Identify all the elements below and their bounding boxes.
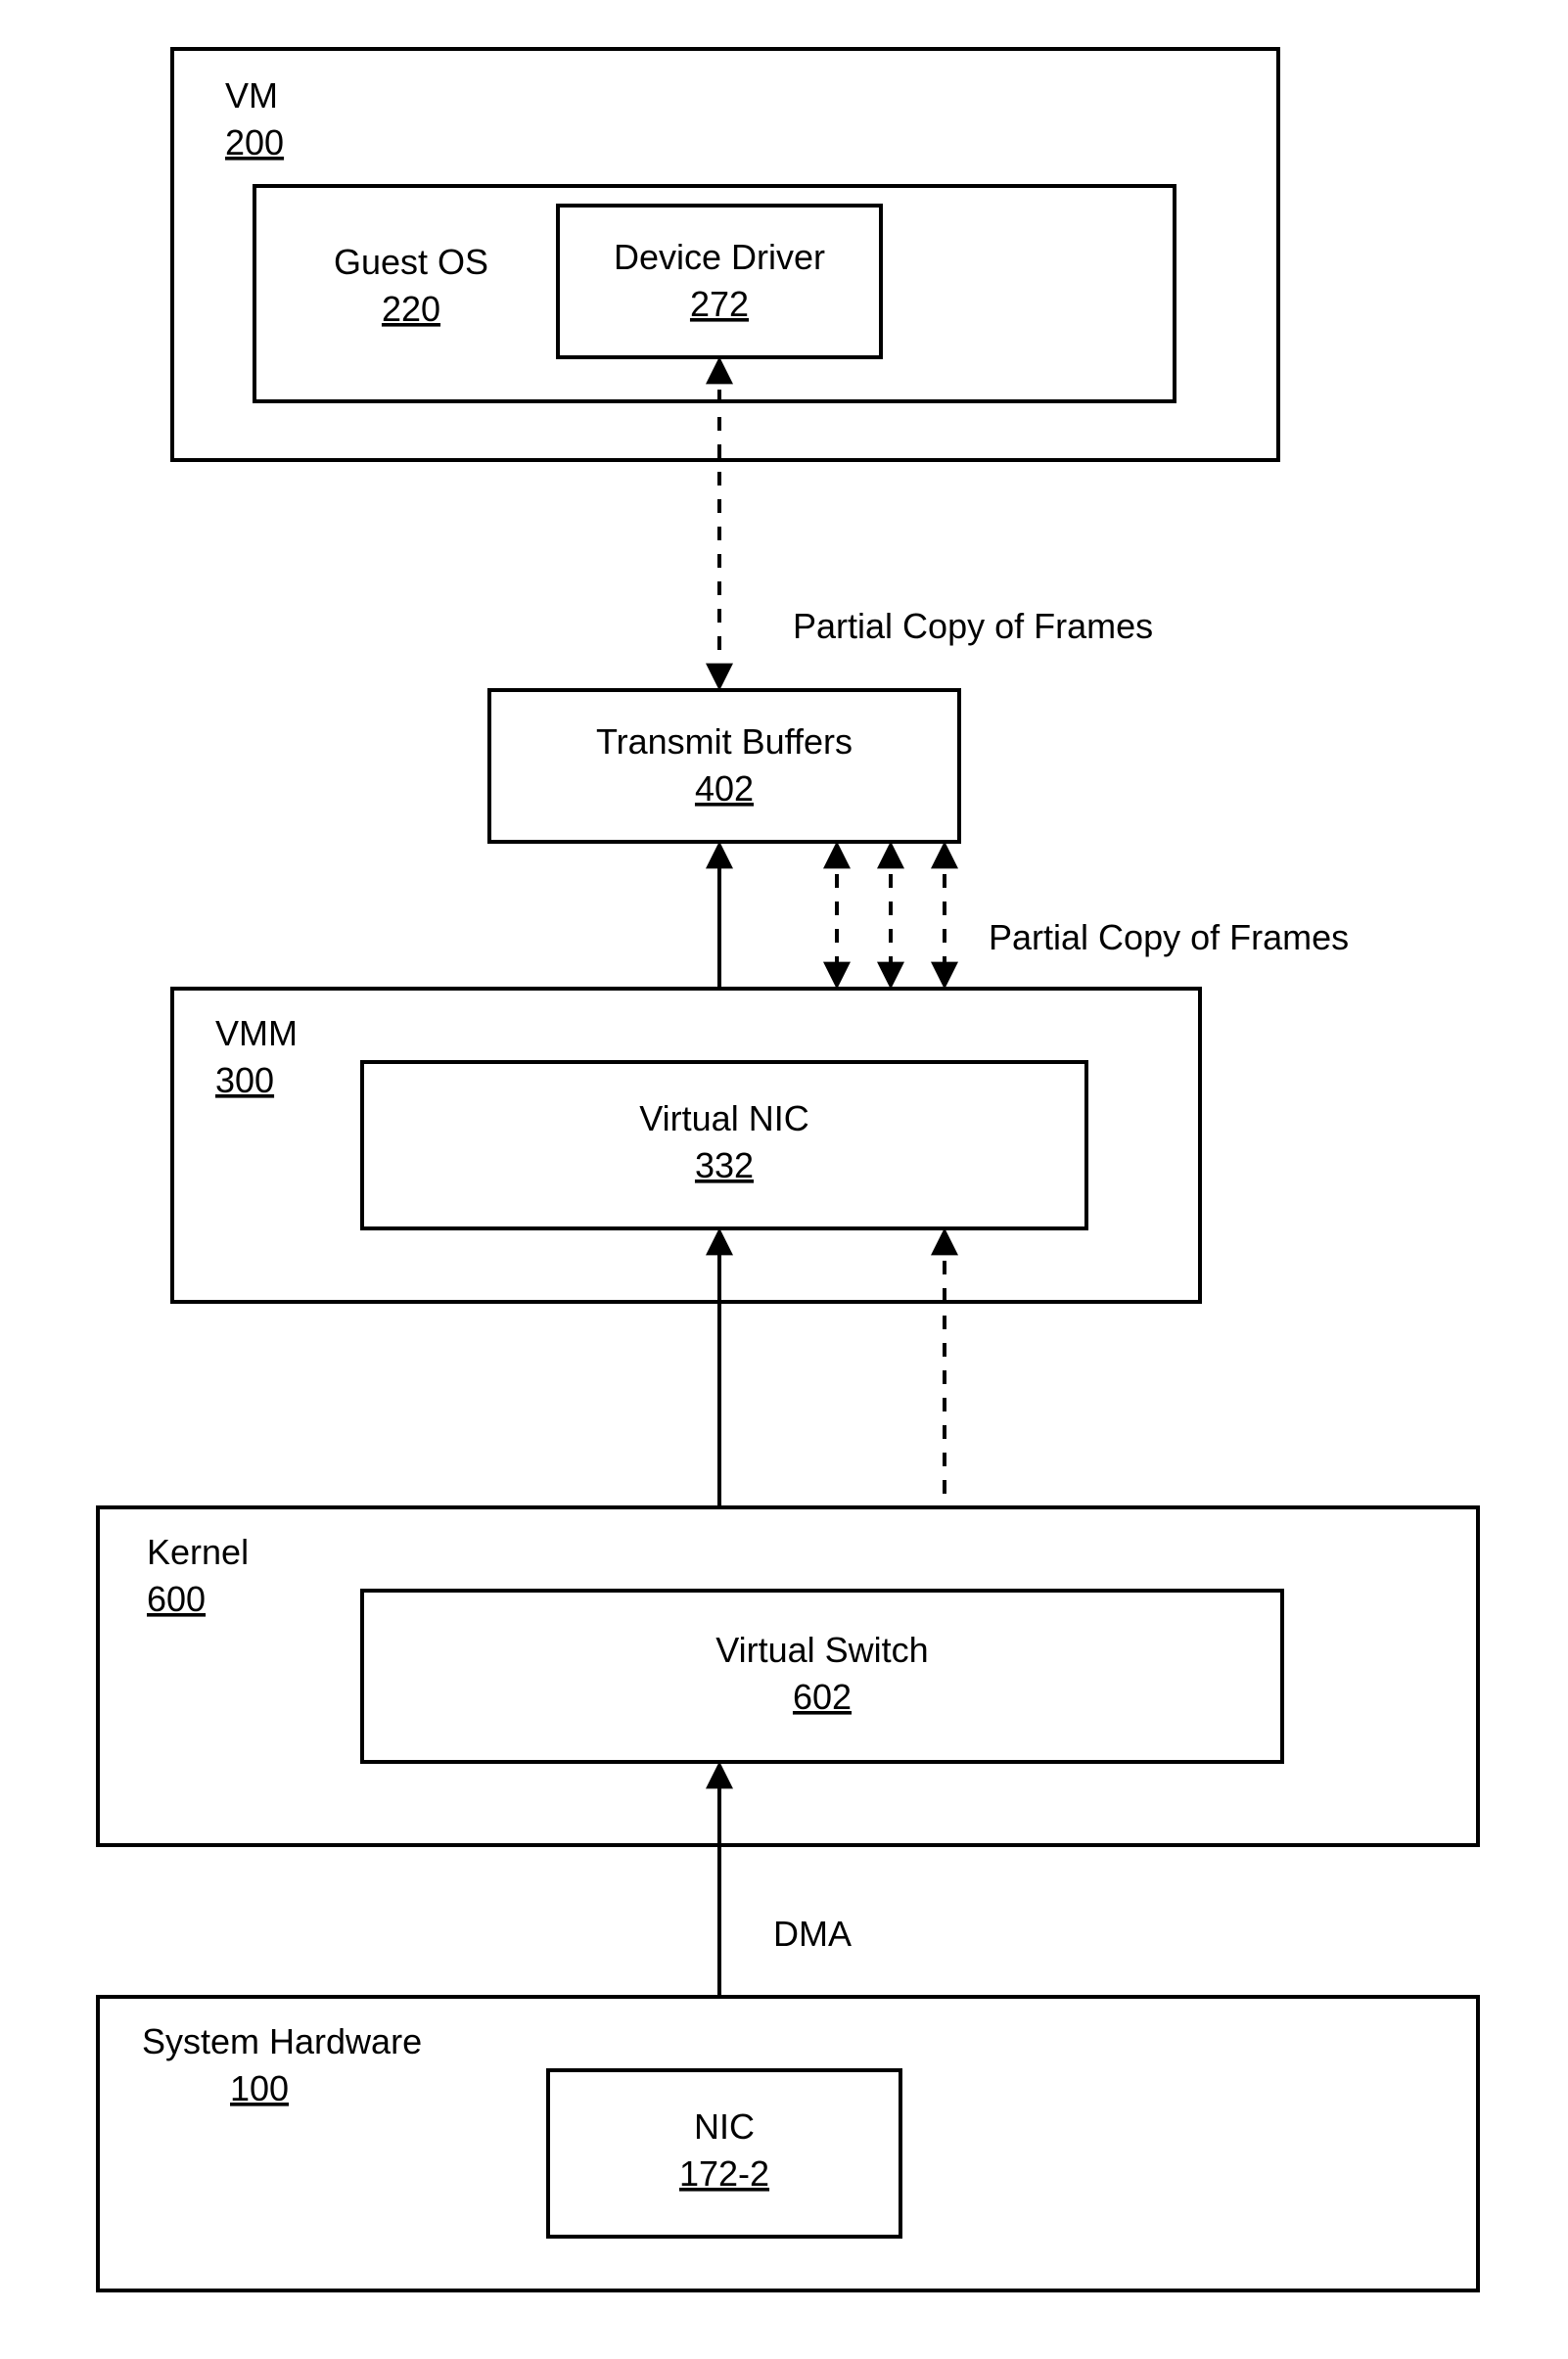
kernel-ref: 600 — [147, 1579, 206, 1619]
nic-ref: 172-2 — [679, 2153, 769, 2194]
dma-label: DMA — [773, 1914, 852, 1954]
partial-copy-label-1: Partial Copy of Frames — [793, 606, 1153, 646]
vmm-ref: 300 — [215, 1060, 274, 1100]
transmit-buffers-ref: 402 — [695, 768, 754, 809]
system-hardware-ref: 100 — [230, 2068, 289, 2108]
kernel-title: Kernel — [147, 1532, 249, 1572]
nic-title: NIC — [694, 2106, 755, 2147]
transmit-buffers-box — [489, 690, 959, 842]
device-driver-title: Device Driver — [614, 237, 825, 277]
virtual-nic-title: Virtual NIC — [639, 1098, 808, 1138]
device-driver-ref: 272 — [690, 284, 749, 324]
guest-os-title: Guest OS — [334, 242, 488, 282]
diagram-root: VM 200 Guest OS 220 Device Driver 272 Pa… — [0, 0, 1568, 2359]
vm-ref: 200 — [225, 122, 284, 162]
virtual-switch-ref: 602 — [793, 1677, 852, 1717]
device-driver-box — [558, 206, 881, 357]
vmm-title: VMM — [215, 1013, 298, 1053]
guest-os-ref: 220 — [382, 289, 440, 329]
system-hardware-title: System Hardware — [142, 2021, 422, 2061]
virtual-nic-ref: 332 — [695, 1145, 754, 1185]
vm-title: VM — [225, 75, 278, 116]
transmit-buffers-title: Transmit Buffers — [596, 721, 853, 762]
virtual-switch-title: Virtual Switch — [715, 1630, 928, 1670]
partial-copy-label-2: Partial Copy of Frames — [989, 917, 1349, 957]
